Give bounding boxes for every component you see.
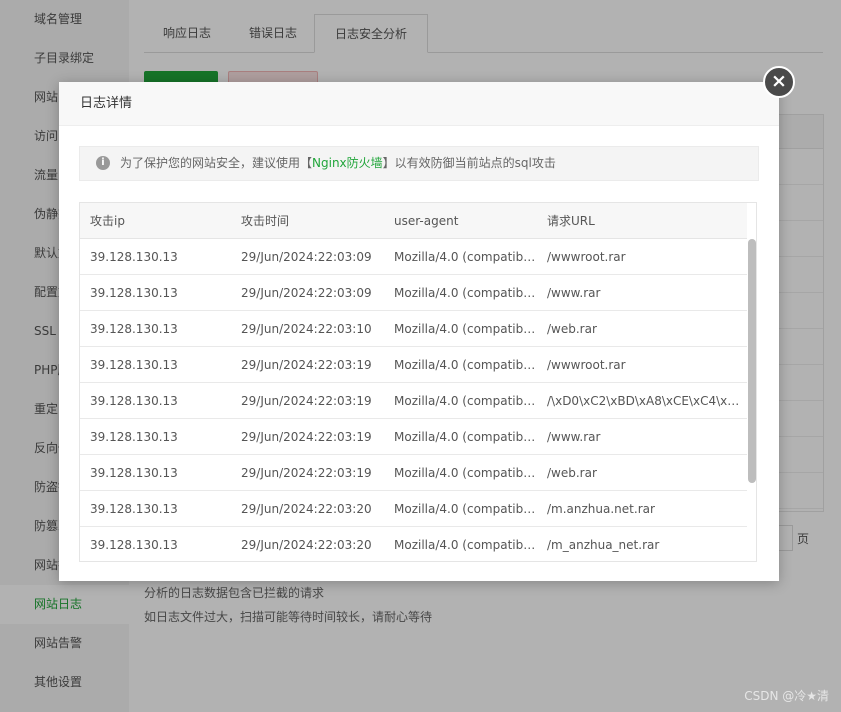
column-header-url: 请求URL — [537, 203, 747, 239]
log-detail-modal: 日志详情 i 为了保护您的网站安全，建议使用【Nginx防火墙】以有效防御当前站… — [59, 82, 779, 581]
cell-url: /web.rar — [537, 454, 747, 491]
alert-text: 为了保护您的网站安全，建议使用【Nginx防火墙】以有效防御当前站点的sql攻击 — [120, 147, 556, 180]
cell-time: 29/Jun/2024:22:03:19 — [231, 346, 384, 383]
attack-log-table[interactable]: 攻击ip 攻击时间 user-agent 请求URL 39.128.130.13… — [79, 202, 757, 562]
cell-url: /www.rar — [537, 274, 747, 311]
cell-user-agent: Mozilla/4.0 (compatible; MSIE 8.0) — [384, 238, 537, 275]
cell-url: /\xD0\xC2\xBD\xA8\xCE\xC4\xBC\xBE.rar — [537, 382, 747, 419]
table-row: 39.128.130.13 29/Jun/2024:22:03:09 Mozilla… — [80, 238, 747, 275]
cell-user-agent: Mozilla/4.0 (compatible; MSIE 8.0) — [384, 526, 537, 561]
cell-user-agent: Mozilla/4.0 (compatible; MSIE 8.0) — [384, 490, 537, 527]
cell-time: 29/Jun/2024:22:03:09 — [231, 238, 384, 275]
cell-ip: 39.128.130.13 — [80, 526, 231, 561]
cell-time: 29/Jun/2024:22:03:09 — [231, 274, 384, 311]
cell-time: 29/Jun/2024:22:03:20 — [231, 526, 384, 561]
cell-url: /wwwroot.rar — [537, 238, 747, 275]
cell-user-agent: Mozilla/4.0 (compatible; MSIE 8.0) — [384, 454, 537, 491]
nginx-firewall-link[interactable]: Nginx防火墙 — [312, 156, 383, 170]
watermark: CSDN @冷★清 — [744, 689, 829, 703]
table-row: 39.128.130.13 29/Jun/2024:22:03:19 Mozilla… — [80, 382, 747, 419]
cell-user-agent: Mozilla/4.0 (compatible; MSIE 8.0) — [384, 382, 537, 419]
cell-time: 29/Jun/2024:22:03:19 — [231, 418, 384, 455]
column-header-time: 攻击时间 — [231, 203, 384, 239]
table-row: 39.128.130.13 29/Jun/2024:22:03:20 Mozilla… — [80, 526, 747, 561]
cell-ip: 39.128.130.13 — [80, 310, 231, 347]
cell-url: /wwwroot.rar — [537, 346, 747, 383]
close-icon[interactable]: × — [763, 66, 795, 98]
table-row: 39.128.130.13 29/Jun/2024:22:03:19 Mozilla… — [80, 454, 747, 491]
table-row: 39.128.130.13 29/Jun/2024:22:03:19 Mozilla… — [80, 346, 747, 383]
cell-user-agent: Mozilla/4.0 (compatible; MSIE 8.0) — [384, 274, 537, 311]
cell-url: /web.rar — [537, 310, 747, 347]
cell-time: 29/Jun/2024:22:03:20 — [231, 490, 384, 527]
table-header-row: 攻击ip 攻击时间 user-agent 请求URL — [80, 203, 747, 239]
table-row: 39.128.130.13 29/Jun/2024:22:03:19 Mozilla… — [80, 418, 747, 455]
cell-ip: 39.128.130.13 — [80, 454, 231, 491]
cell-user-agent: Mozilla/4.0 (compatible; MSIE 8.0) — [384, 310, 537, 347]
info-icon: i — [96, 156, 110, 170]
cell-ip: 39.128.130.13 — [80, 274, 231, 311]
cell-url: /m.anzhua.net.rar — [537, 490, 747, 527]
cell-ip: 39.128.130.13 — [80, 382, 231, 419]
modal-title: 日志详情 — [59, 82, 779, 126]
cell-ip: 39.128.130.13 — [80, 418, 231, 455]
cell-time: 29/Jun/2024:22:03:19 — [231, 454, 384, 491]
table-row: 39.128.130.13 29/Jun/2024:22:03:10 Mozilla… — [80, 310, 747, 347]
column-header-user-agent: user-agent — [384, 203, 537, 239]
cell-ip: 39.128.130.13 — [80, 238, 231, 275]
table-row: 39.128.130.13 29/Jun/2024:22:03:09 Mozilla… — [80, 274, 747, 311]
cell-url: /www.rar — [537, 418, 747, 455]
cell-ip: 39.128.130.13 — [80, 346, 231, 383]
cell-user-agent: Mozilla/4.0 (compatible; MSIE 8.0) — [384, 346, 537, 383]
table-row: 39.128.130.13 29/Jun/2024:22:03:20 Mozilla… — [80, 490, 747, 527]
alert-prefix: 为了保护您的网站安全，建议使用【 — [120, 156, 313, 170]
cell-ip: 39.128.130.13 — [80, 490, 231, 527]
cell-user-agent: Mozilla/4.0 (compatible; MSIE 8.0) — [384, 418, 537, 455]
table-scrollbar[interactable] — [748, 239, 756, 483]
security-alert: i 为了保护您的网站安全，建议使用【Nginx防火墙】以有效防御当前站点的sql… — [79, 146, 759, 181]
cell-time: 29/Jun/2024:22:03:19 — [231, 382, 384, 419]
cell-url: /m_anzhua_net.rar — [537, 526, 747, 561]
alert-suffix: 】以有效防御当前站点的sql攻击 — [382, 156, 556, 170]
column-header-ip: 攻击ip — [80, 203, 231, 239]
cell-time: 29/Jun/2024:22:03:10 — [231, 310, 384, 347]
